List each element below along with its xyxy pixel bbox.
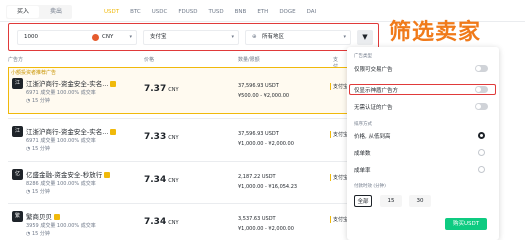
limit-range: ¥500.00 - ¥2,000.00	[238, 93, 290, 99]
avatar: 繁	[12, 211, 23, 222]
price: 7.37 CNY	[144, 84, 179, 94]
payment-select[interactable]: 支付宝 ▾	[143, 30, 239, 45]
divider	[8, 203, 353, 204]
chevron-down-icon: ▾	[231, 34, 234, 40]
coin-tab-btc[interactable]: BTC	[130, 9, 141, 15]
buy-tab[interactable]: 买入	[7, 6, 39, 18]
ad-type-section-label: 广告类型	[354, 54, 372, 59]
coin-tab-doge[interactable]: DOGE	[279, 9, 295, 15]
verified-badge-icon	[110, 129, 117, 135]
chevron-down-icon: ▾	[343, 34, 346, 40]
verified-badge-icon	[110, 81, 117, 87]
pay-time: ◔ 15 分钟	[26, 231, 50, 237]
limit-range: ¥1,000.00 - ¥2,000.00	[238, 141, 294, 147]
verified-badge-icon	[54, 214, 60, 220]
advertiser-name[interactable]: 亿盛金融-资金安全-秒放行	[26, 169, 111, 179]
table-header: 广告方 价格 数量/限额 支付方式	[8, 56, 338, 84]
funnel-icon: ▼	[362, 33, 368, 41]
advertiser-name[interactable]: 江浙沪商行-资金安全-实名...	[26, 78, 117, 88]
header-advertiser: 广告方	[8, 57, 24, 63]
filter-button[interactable]: ▼	[357, 30, 373, 45]
toggle-verified[interactable]	[475, 86, 488, 93]
sort-option-price[interactable]: 价格, 从低到高	[354, 132, 391, 140]
available-amount: 3,537.63 USDT	[238, 216, 276, 222]
table-row[interactable]: 江 江浙沪商行-资金安全-实名... 6971 成交量 100.00% 成交率 …	[8, 122, 353, 162]
option-no-verify-label: 无需认证的广告	[354, 105, 393, 111]
table-row[interactable]: 亿 亿盛金融-资金安全-秒放行 8286 成交量 100.00% 成交率 ◔ 1…	[8, 165, 353, 205]
advertiser-stats: 8286 成交量 100.00% 成交率	[26, 181, 96, 187]
table-row[interactable]: 江 江浙沪商行-资金安全-实名... 6971 成交量 100.00% 成交率 …	[8, 74, 353, 114]
table-row[interactable]: 繁 繁商贝贝 3959 成交量 100.00% 成交率 ◔ 15 分钟 7.34…	[8, 207, 353, 240]
chevron-down-icon: ▾	[129, 34, 132, 40]
coin-tab-eth[interactable]: ETH	[257, 9, 268, 15]
payment-method: 支付宝	[329, 174, 349, 181]
sort-radio-rate[interactable]	[478, 166, 485, 173]
pay-time-section-label: 付款时效 (分钟)	[354, 184, 386, 189]
avatar: 亿	[12, 169, 23, 180]
available-amount: 37,596.93 USDT	[238, 131, 279, 137]
avatar: 江	[12, 78, 23, 89]
coin-tab-usdc[interactable]: USDC	[152, 9, 168, 15]
pay-time: ◔ 15 分钟	[26, 146, 50, 152]
limit-range: ¥1,000.00 - ¥2,000.00	[238, 226, 294, 232]
pay-time: ◔ 15 分钟	[26, 98, 50, 104]
coin-tabs: USDT BTC USDC FDUSD TUSD BNB ETH DOGE DA…	[104, 9, 316, 15]
limit-range: ¥1,000.00 - ¥16,054.23	[238, 184, 298, 190]
pay-time: ◔ 15 分钟	[26, 189, 50, 195]
advertiser-stats: 3959 成交量 100.00% 成交率	[26, 223, 96, 229]
cny-flag-icon	[92, 34, 99, 41]
payment-value: 支付宝	[150, 34, 167, 40]
avatar: 江	[12, 126, 23, 137]
region-select[interactable]: ⊕ 所有地区 ▾	[245, 30, 351, 45]
header-amount: 数量/限额	[238, 57, 260, 63]
coin-tab-usdt[interactable]: USDT	[104, 9, 119, 15]
currency-select[interactable]: CNY	[102, 31, 113, 44]
buy-usdt-button[interactable]: 购买USDT	[445, 218, 487, 230]
divider	[8, 161, 353, 162]
coin-tab-tusd[interactable]: TUSD	[209, 9, 224, 15]
overlay-caption: 筛选卖家	[389, 20, 482, 45]
payment-method: 支付宝	[329, 216, 349, 223]
advertiser-stats: 6971 成交量 100.00% 成交率	[26, 90, 96, 96]
advertiser-name[interactable]: 繁商贝贝	[26, 211, 60, 221]
coin-tab-fdusd[interactable]: FDUSD	[178, 9, 197, 15]
sort-section-label: 排序方式	[354, 122, 372, 127]
sort-radio-orders[interactable]	[478, 149, 485, 156]
pay-time-30[interactable]: 30	[409, 195, 431, 207]
toggle-no-verify[interactable]	[475, 103, 488, 110]
coin-tab-dai[interactable]: DAI	[307, 9, 317, 15]
pay-time-all[interactable]: 全部	[354, 195, 372, 207]
price: 7.34 CNY	[144, 217, 179, 227]
pay-time-15[interactable]: 15	[380, 195, 402, 207]
header-price: 价格	[144, 57, 155, 63]
filter-dropdown: 广告类型 仅限可交易广告 仅显示神盾广告方 无需认证的广告 排序方式 价格, 从…	[347, 47, 499, 240]
sort-radio-price[interactable]	[478, 132, 485, 139]
advertiser-name[interactable]: 江浙沪商行-资金安全-实名...	[26, 126, 117, 136]
amount-value: 1000	[24, 34, 38, 40]
sort-option-orders[interactable]: 成单数	[354, 149, 371, 157]
available-amount: 2,187.22 USDT	[238, 174, 276, 180]
trade-toggle: 买入 卖出	[6, 5, 72, 19]
advertiser-stats: 6971 成交量 100.00% 成交率	[26, 138, 96, 144]
region-value: 所有地区	[262, 34, 285, 40]
sell-tab[interactable]: 卖出	[40, 5, 72, 19]
amount-input[interactable]: 1000 CNY ▾	[17, 30, 137, 45]
filter-bar: 1000 CNY ▾ 支付宝 ▾ ⊕ 所有地区 ▾ ▼	[8, 23, 379, 51]
price: 7.33 CNY	[144, 132, 179, 142]
globe-icon: ⊕	[252, 34, 257, 40]
payment-method: 支付宝	[329, 83, 349, 90]
available-amount: 37,596.93 USDT	[238, 83, 279, 89]
verified-badge-icon	[104, 172, 111, 178]
sort-option-rate[interactable]: 成单率	[354, 166, 371, 174]
option-verified-label: 仅显示神盾广告方	[354, 88, 399, 94]
coin-tab-bnb[interactable]: BNB	[235, 9, 247, 15]
price: 7.34 CNY	[144, 175, 179, 185]
toggle-tradable[interactable]	[475, 65, 488, 72]
option-tradable-label: 仅限可交易广告	[354, 67, 393, 73]
payment-method: 支付宝	[329, 131, 349, 138]
divider	[8, 118, 353, 119]
